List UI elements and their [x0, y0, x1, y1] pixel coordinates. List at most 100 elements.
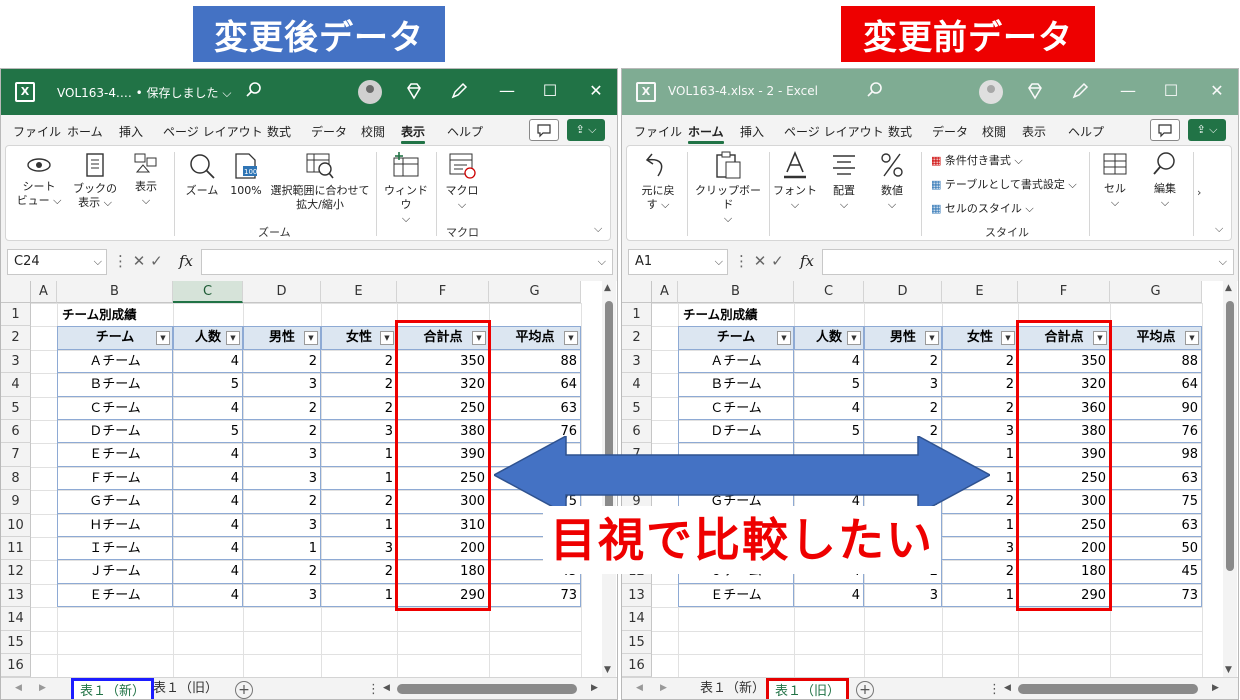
cancel-icon[interactable]: ✕ — [754, 252, 767, 270]
table-cell[interactable]: 290 — [397, 583, 489, 608]
menu-tab[interactable]: ファイル — [634, 123, 682, 140]
table-title[interactable]: チーム別成績 — [59, 303, 219, 326]
share-icon[interactable]: ⇪ ⌵ — [1188, 119, 1226, 141]
row-header[interactable]: 16 — [1, 654, 31, 678]
number-format-button[interactable]: 数値 ⌵ — [871, 150, 913, 212]
row-header[interactable]: 1 — [1, 303, 31, 327]
table-cell[interactable]: 200 — [397, 537, 489, 561]
column-header[interactable]: C — [173, 281, 243, 303]
show-button[interactable]: 表示 ⌵ — [126, 152, 166, 208]
filter-dropdown-icon[interactable]: ▼ — [156, 331, 170, 346]
table-cell[interactable]: 2 — [942, 490, 1018, 514]
minimize-icon[interactable]: — — [497, 81, 517, 101]
maximize-icon[interactable]: ☐ — [540, 81, 560, 101]
table-cell[interactable]: 180 — [1018, 560, 1110, 584]
table-cell[interactable]: 4 — [173, 537, 243, 561]
filter-dropdown-icon[interactable]: ▼ — [1093, 331, 1107, 346]
avatar[interactable] — [358, 80, 382, 104]
team-name-cell[interactable]: Ｉチーム — [57, 537, 173, 561]
filter-dropdown-icon[interactable]: ▼ — [472, 331, 486, 346]
team-name-cell[interactable]: Ｈチーム — [57, 513, 173, 537]
row-header[interactable]: 7 — [622, 443, 652, 467]
filter-dropdown-icon[interactable]: ▼ — [1185, 331, 1199, 346]
row-header[interactable]: 8 — [1, 466, 31, 491]
zoom-button[interactable]: ズーム — [182, 152, 222, 198]
table-cell[interactable]: 320 — [397, 373, 489, 397]
table-cell[interactable]: 1 — [321, 443, 397, 467]
team-name-cell[interactable]: Ｇチーム — [57, 490, 173, 514]
minimize-icon[interactable]: — — [1118, 81, 1138, 101]
menu-tab[interactable]: 校閲 — [982, 123, 1006, 140]
add-sheet-icon[interactable]: + — [856, 681, 874, 699]
menu-tab[interactable]: ヘルプ — [1068, 123, 1104, 140]
table-cell[interactable]: 5 — [794, 373, 864, 397]
table-cell[interactable]: 73 — [489, 583, 581, 608]
table-cell[interactable]: 350 — [397, 349, 489, 374]
search-icon[interactable] — [866, 81, 884, 99]
hscroll-right-icon[interactable]: ▶ — [1212, 683, 1219, 693]
worksheet-grid[interactable]: ABCDEFG12345678910111213141516チーム別成績チーム▼… — [622, 281, 1238, 679]
file-name[interactable]: VOL163-4.xlsx - 2 - Excel — [668, 84, 818, 98]
team-name-cell[interactable]: Ａチーム — [678, 349, 794, 374]
sheet-prev-icon[interactable]: ◀ — [636, 683, 643, 693]
table-cell[interactable]: 1 — [942, 443, 1018, 467]
horizontal-scroll-thumb[interactable] — [397, 684, 577, 694]
row-header[interactable]: 4 — [1, 373, 31, 397]
maximize-icon[interactable]: ☐ — [1161, 81, 1181, 101]
table-cell[interactable]: 2 — [942, 396, 1018, 420]
vertical-scrollbar[interactable]: ▲ ▼ — [1223, 281, 1237, 677]
row-header[interactable]: 4 — [622, 373, 652, 397]
table-cell[interactable] — [489, 466, 581, 491]
table-cell[interactable]: 5 — [173, 420, 243, 444]
select-all-corner[interactable] — [1, 281, 31, 303]
table-cell[interactable]: 310 — [397, 513, 489, 537]
table-cell[interactable]: 2 — [243, 349, 321, 374]
format-as-table-button[interactable]: ▦ テーブルとして書式設定 ⌵ — [931, 176, 1077, 192]
cancel-icon[interactable]: ✕ — [133, 252, 146, 270]
table-cell[interactable]: 1 — [942, 466, 1018, 491]
table-header-cell[interactable]: 平均点 ▼ — [1110, 326, 1202, 350]
table-cell[interactable]: 64 — [1110, 373, 1202, 397]
comments-icon[interactable] — [1150, 119, 1180, 141]
book-view-button[interactable]: ブックの 表示 ⌵ — [72, 152, 118, 210]
row-header[interactable]: 1 — [622, 303, 652, 327]
table-cell[interactable]: 350 — [1018, 349, 1110, 374]
file-name[interactable]: VOL163-4.… • 保存しました ⌵ — [57, 84, 231, 101]
menu-tab[interactable]: データ — [311, 123, 347, 140]
table-cell[interactable]: 3 — [243, 513, 321, 537]
table-cell[interactable]: 1 — [243, 537, 321, 561]
table-cell[interactable]: 3 — [864, 373, 942, 397]
team-name-cell[interactable]: Ｄチーム — [57, 420, 173, 444]
table-cell[interactable] — [864, 466, 942, 491]
table-cell[interactable]: 63 — [1110, 466, 1202, 491]
menu-tab[interactable]: 挿入 — [740, 123, 764, 140]
team-name-cell[interactable] — [678, 466, 794, 491]
row-header[interactable]: 14 — [1, 607, 31, 631]
formula-input[interactable]: ⌵ — [201, 249, 613, 275]
team-name-cell[interactable] — [678, 443, 794, 467]
table-cell[interactable]: 5 — [173, 373, 243, 397]
insert-function-icon[interactable]: fx — [800, 252, 814, 270]
row-header[interactable]: 3 — [1, 349, 31, 374]
row-header[interactable]: 12 — [1, 560, 31, 584]
row-header[interactable]: 15 — [1, 630, 31, 654]
vertical-scrollbar[interactable]: ▲ ▼ — [602, 281, 616, 677]
add-sheet-icon[interactable]: + — [235, 681, 253, 699]
editing-button[interactable]: 編集 ⌵ — [1143, 150, 1187, 210]
table-cell[interactable]: 250 — [397, 396, 489, 420]
table-cell[interactable]: 2 — [942, 560, 1018, 584]
menu-tab[interactable]: 校閲 — [361, 123, 385, 140]
table-cell[interactable]: 2 — [321, 349, 397, 374]
table-cell[interactable]: 50 — [1110, 537, 1202, 561]
menu-tab[interactable]: 表示 — [401, 123, 426, 144]
team-name-cell[interactable]: Ｂチーム — [57, 373, 173, 397]
row-header[interactable]: 11 — [1, 537, 31, 561]
table-cell[interactable]: 76 — [1110, 420, 1202, 444]
name-box[interactable]: A1 ⌵ — [628, 249, 728, 275]
table-cell[interactable]: 2 — [864, 420, 942, 444]
search-icon[interactable] — [245, 81, 263, 99]
cells-button[interactable]: セル ⌵ — [1093, 150, 1137, 210]
sheet-splitter-icon[interactable]: ⋮ — [988, 682, 1001, 697]
formula-expand-icon[interactable]: ⌵ — [1219, 255, 1227, 269]
table-cell[interactable]: 1 — [942, 513, 1018, 537]
